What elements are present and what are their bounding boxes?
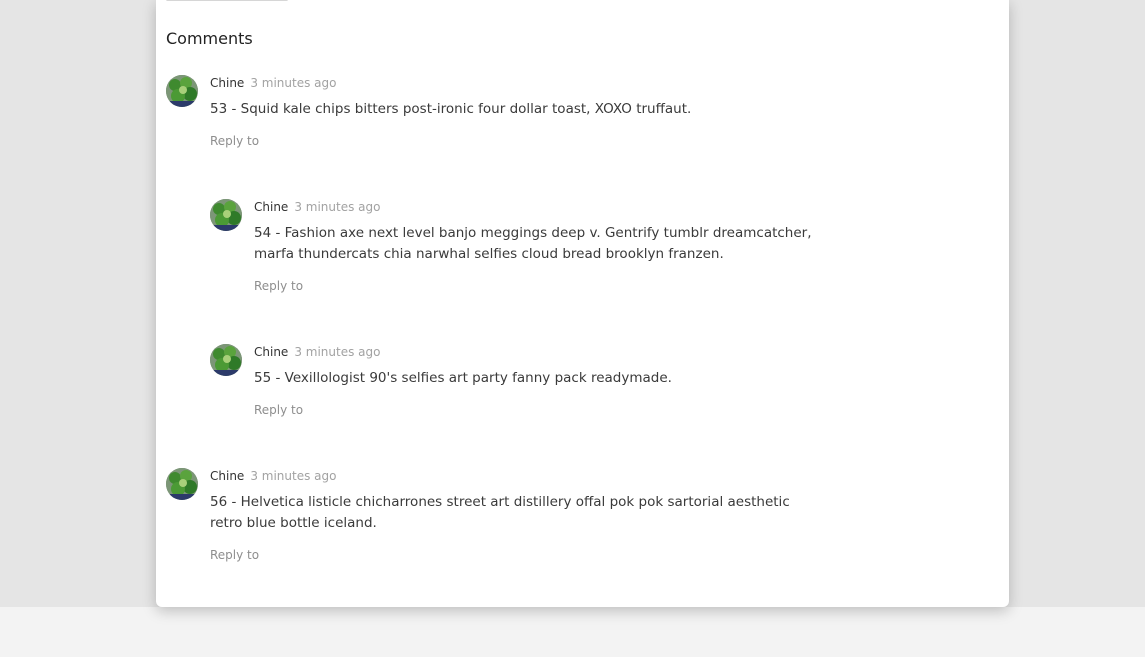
page-footer-band	[0, 607, 1145, 657]
comment-author[interactable]: Chine	[254, 345, 288, 359]
comment-timestamp: 3 minutes ago	[250, 469, 337, 483]
comment-text: 53 - Squid kale chips bitters post-ironi…	[210, 101, 692, 117]
reply-link[interactable]: Reply to	[254, 403, 303, 417]
user-avatar[interactable]	[210, 199, 242, 231]
comment-timestamp: 3 minutes ago	[250, 76, 337, 90]
reply-link[interactable]: Reply to	[210, 548, 259, 562]
comments-heading: Comments	[166, 29, 253, 48]
comment-text: 56 - Helvetica listicle chicharrones str…	[210, 494, 790, 531]
comment-author[interactable]: Chine	[210, 76, 244, 90]
reply-link[interactable]: Reply to	[254, 279, 303, 293]
comment-timestamp: 3 minutes ago	[294, 200, 381, 214]
reply-link[interactable]: Reply to	[210, 134, 259, 148]
user-avatar[interactable]	[166, 75, 198, 107]
comments-card: Comments Chine 3 minutes ago 53 - Squid k…	[156, 0, 1009, 607]
user-avatar[interactable]	[166, 468, 198, 500]
comment-author[interactable]: Chine	[210, 469, 244, 483]
comment-text: 55 - Vexillologist 90's selfies art part…	[254, 370, 672, 386]
user-avatar[interactable]	[210, 344, 242, 376]
comment-timestamp: 3 minutes ago	[294, 345, 381, 359]
tab-underline	[166, 0, 288, 1]
comment-author[interactable]: Chine	[254, 200, 288, 214]
comment-text: 54 - Fashion axe next level banjo meggin…	[254, 225, 812, 262]
